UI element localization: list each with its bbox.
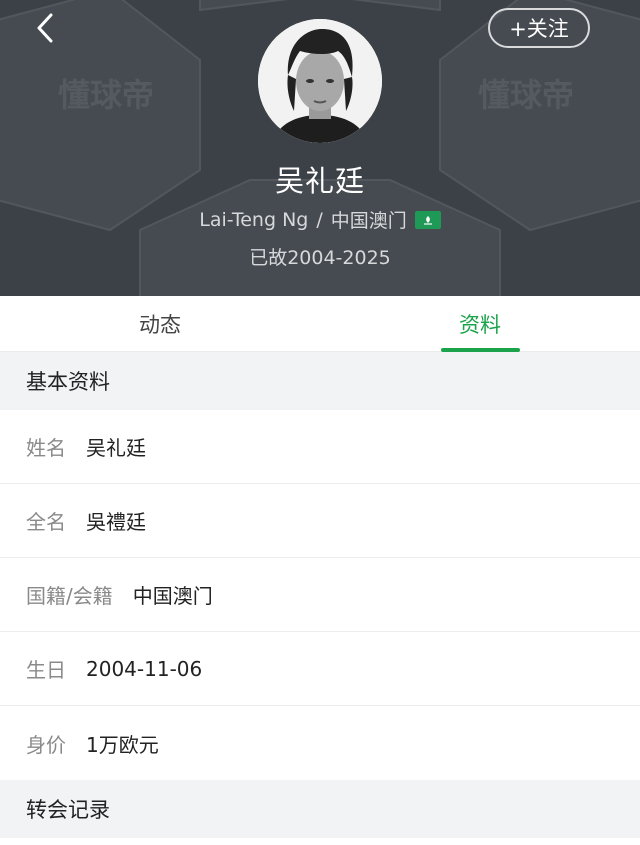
subtitle-separator: / — [316, 208, 323, 231]
section-transfer-history: 转会记录 — [0, 780, 640, 838]
nationality: 中国澳门 — [330, 210, 407, 232]
info-row-market-value: 身价 1万欧元 — [0, 706, 640, 780]
player-subtitle: Lai-Teng Ng / 中国澳门 — [0, 206, 640, 233]
row-value: 1万欧元 — [86, 732, 159, 757]
tab-bar: 动态 资料 — [0, 296, 640, 352]
macau-flag-icon — [414, 210, 441, 229]
info-row-nationality: 国籍/会籍 中国澳门 — [0, 558, 640, 632]
row-label: 国籍/会籍 — [26, 584, 113, 608]
watermark-right: 懂球帝 — [478, 76, 574, 114]
info-row-name: 姓名 吴礼廷 — [0, 410, 640, 484]
info-row-full-name: 全名 吳禮廷 — [0, 484, 640, 558]
row-value: 中国澳门 — [132, 584, 213, 608]
tab-profile[interactable]: 资料 — [320, 296, 640, 352]
back-button[interactable] — [26, 8, 66, 48]
follow-button[interactable]: +关注 — [488, 8, 590, 48]
player-name: 吴礼廷 — [274, 164, 365, 198]
section-basic-info: 基本资料 — [0, 352, 640, 410]
row-value: 吳禮廷 — [86, 510, 146, 534]
tab-feed[interactable]: 动态 — [0, 296, 320, 352]
row-label: 生日 — [26, 658, 66, 682]
english-name: Lai-Teng Ng — [199, 208, 309, 231]
row-label: 身价 — [26, 732, 66, 757]
row-value: 吴礼廷 — [86, 436, 146, 460]
info-row-birthday: 生日 2004-11-06 — [0, 632, 640, 706]
row-label: 姓名 — [26, 436, 66, 460]
player-avatar — [258, 19, 382, 143]
player-header: 懂球帝 懂球帝 +关注 吴礼廷 Lai-Teng Ng / 中国澳门 已故200… — [0, 0, 640, 296]
player-lifespan: 已故2004-2025 — [249, 247, 391, 269]
row-value: 2004-11-06 — [86, 656, 203, 681]
chevron-left-icon — [37, 13, 53, 43]
row-label: 全名 — [26, 510, 66, 534]
watermark-left: 懂球帝 — [58, 76, 154, 114]
